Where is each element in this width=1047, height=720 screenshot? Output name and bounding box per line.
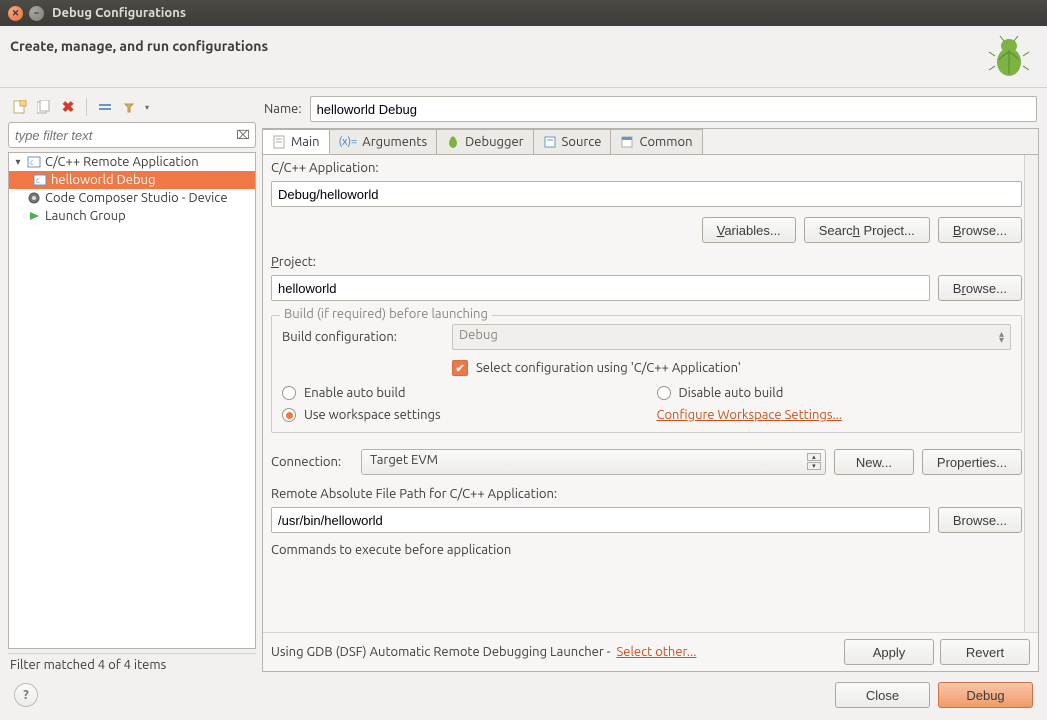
disable-auto-label: Disable auto build: [679, 386, 784, 400]
disable-auto-build-radio[interactable]: [657, 386, 671, 400]
window-controls: ✕ –: [8, 6, 44, 21]
tree-node-helloworld-debug[interactable]: c helloworld Debug: [9, 171, 255, 189]
args-icon: (x)=: [339, 136, 358, 148]
enable-auto-label: Enable auto build: [304, 386, 406, 400]
tree-node-cpp-remote[interactable]: ▾ c C/C++ Remote Application: [9, 153, 255, 171]
tree-label: helloworld Debug: [51, 173, 155, 187]
bug-small-icon: [446, 135, 460, 149]
build-config-label: Build configuration:: [282, 330, 432, 344]
tab-debugger[interactable]: Debugger: [437, 129, 533, 154]
remote-path-label: Remote Absolute File Path for C/C++ Appl…: [271, 487, 1022, 501]
new-connection-button[interactable]: New...: [834, 449, 914, 475]
project-input[interactable]: [271, 275, 930, 301]
app-input[interactable]: [271, 181, 1022, 207]
titlebar: ✕ – Debug Configurations: [0, 0, 1047, 26]
connection-label: Connection:: [271, 455, 353, 469]
tab-source[interactable]: Source: [534, 129, 612, 154]
close-button[interactable]: Close: [835, 682, 930, 708]
name-label: Name:: [264, 102, 302, 116]
tab-label: Main: [291, 135, 320, 149]
dialog-subtitle: Create, manage, and run configurations: [10, 38, 1029, 54]
close-icon[interactable]: ✕: [8, 6, 23, 21]
dialog-header: Create, manage, and run configurations: [0, 26, 1047, 88]
spinner-icon[interactable]: ▴▾: [807, 453, 821, 470]
tab-label: Arguments: [362, 135, 427, 149]
expand-icon[interactable]: ▾: [13, 156, 23, 168]
use-workspace-radio[interactable]: [282, 408, 296, 422]
remote-path-input[interactable]: [271, 507, 930, 533]
connection-value: Target EVM: [370, 453, 438, 467]
filter-clear-icon[interactable]: ⌧: [234, 126, 252, 144]
filter-input[interactable]: [8, 122, 256, 148]
variables-button[interactable]: Variables...: [702, 217, 796, 243]
dropdown-chevron-icon[interactable]: ▾: [145, 103, 149, 112]
select-config-checkbox[interactable]: ✔: [452, 360, 468, 376]
window-title: Debug Configurations: [52, 6, 186, 20]
tree-label: Launch Group: [45, 209, 126, 223]
scrollbar[interactable]: [1024, 155, 1038, 632]
app-label: C/C++ Application:: [271, 161, 1022, 175]
revert-button[interactable]: Revert: [940, 639, 1030, 665]
tab-main[interactable]: Main: [263, 129, 330, 154]
delete-config-icon[interactable]: ✖: [60, 99, 76, 115]
help-icon[interactable]: ?: [14, 683, 38, 707]
dialog-footer: ? Close Debug: [0, 672, 1047, 720]
search-project-button[interactable]: Search Project...: [804, 217, 930, 243]
commands-label: Commands to execute before application: [271, 543, 1022, 557]
tab-label: Debugger: [465, 135, 523, 149]
tree-label: C/C++ Remote Application: [45, 155, 199, 169]
svg-text:c: c: [30, 158, 34, 167]
common-icon: [620, 135, 634, 149]
configure-workspace-link[interactable]: Configure Workspace Settings...: [657, 408, 843, 422]
browse-app-button[interactable]: Browse...: [938, 217, 1022, 243]
use-workspace-label: Use workspace settings: [304, 408, 441, 422]
select-config-label: Select configuration using 'C/C++ Applic…: [476, 361, 741, 375]
browse-project-button[interactable]: Browse...: [938, 275, 1022, 301]
tree-label: Code Composer Studio - Device: [45, 191, 228, 205]
tab-label: Common: [639, 135, 692, 149]
tab-label: Source: [562, 135, 602, 149]
config-toolbar: ✖ ▾: [8, 96, 256, 122]
launcher-status-row: Using GDB (DSF) Automatic Remote Debuggi…: [263, 632, 1038, 671]
filter-status: Filter matched 4 of 4 items: [8, 653, 256, 672]
tab-arguments[interactable]: (x)= Arguments: [330, 129, 438, 154]
right-panel: Name: Main (x)= Arguments Debugger: [262, 96, 1039, 672]
build-fieldset: Build (if required) before launching Bui…: [271, 315, 1022, 433]
duplicate-config-icon[interactable]: [36, 99, 52, 115]
build-legend: Build (if required) before launching: [280, 307, 492, 321]
tab-common[interactable]: Common: [611, 129, 702, 154]
project-label: Project:: [271, 255, 1022, 269]
debug-bug-icon: [985, 32, 1033, 83]
file-icon: [272, 135, 286, 149]
debug-button[interactable]: Debug: [938, 682, 1033, 708]
tree-node-launch-group[interactable]: Launch Group: [9, 207, 255, 225]
left-panel: ✖ ▾ ⌧ ▾ c C/C++ Remote Application c hel…: [8, 96, 256, 672]
browse-remote-button[interactable]: Browse...: [938, 507, 1022, 533]
source-icon: [543, 135, 557, 149]
build-config-value: Debug: [459, 328, 498, 342]
tab-bar: Main (x)= Arguments Debugger Source Comm…: [263, 129, 1038, 155]
filter-menu-icon[interactable]: [121, 99, 137, 115]
svg-text:c: c: [36, 176, 40, 185]
apply-button[interactable]: Apply: [844, 639, 934, 665]
launcher-text: Using GDB (DSF) Automatic Remote Debuggi…: [271, 645, 611, 659]
name-input[interactable]: [310, 96, 1037, 122]
properties-button[interactable]: Properties...: [922, 449, 1022, 475]
chevron-updown-icon: ▴▾: [999, 331, 1004, 343]
collapse-all-icon[interactable]: [97, 99, 113, 115]
tree-node-ccs[interactable]: Code Composer Studio - Device: [9, 189, 255, 207]
new-config-icon[interactable]: [12, 99, 28, 115]
select-other-link[interactable]: Select other...: [617, 645, 697, 659]
connection-combo[interactable]: Target EVM ▴▾: [361, 449, 826, 475]
config-tree[interactable]: ▾ c C/C++ Remote Application c helloworl…: [8, 152, 256, 649]
build-config-select: Debug ▴▾: [452, 324, 1011, 350]
tab-main-body: C/C++ Application: Variables... Search P…: [263, 155, 1038, 632]
minimize-icon[interactable]: –: [29, 6, 44, 21]
enable-auto-build-radio[interactable]: [282, 386, 296, 400]
